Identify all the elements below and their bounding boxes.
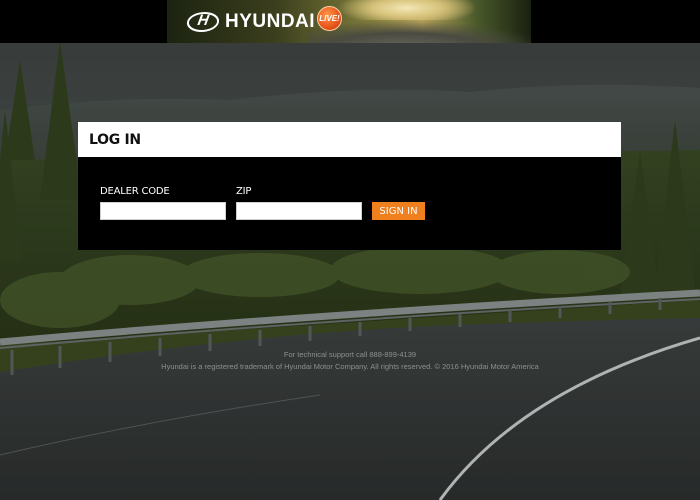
support-text: For technical support call 888-899-4139 [283, 350, 417, 359]
top-bar: HYUNDAI LIVE! [0, 0, 700, 43]
footer: For technical support call 888-899-4139 … [0, 349, 700, 373]
brand-name: HYUNDAI [225, 11, 316, 32]
banner-sky [337, 0, 477, 20]
hyundai-logo[interactable]: HYUNDAI [185, 11, 316, 33]
login-title: LOG IN [89, 131, 141, 148]
forest-road-background [0, 0, 700, 500]
zip-label: ZIP [236, 186, 252, 197]
sign-in-button[interactable]: SIGN IN [372, 202, 425, 220]
login-panel-header: LOG IN [78, 122, 621, 157]
zip-input[interactable] [236, 202, 362, 220]
dealer-code-label: DEALER CODE [100, 186, 170, 197]
hyundai-logo-icon [185, 12, 221, 32]
background-scene [0, 0, 700, 500]
login-form: DEALER CODE ZIP SIGN IN [78, 157, 621, 250]
copyright-text: Hyundai is a registered trademark of Hyu… [161, 362, 539, 371]
dealer-code-input[interactable] [100, 202, 226, 220]
live-badge-icon: LIVE! [317, 6, 342, 31]
